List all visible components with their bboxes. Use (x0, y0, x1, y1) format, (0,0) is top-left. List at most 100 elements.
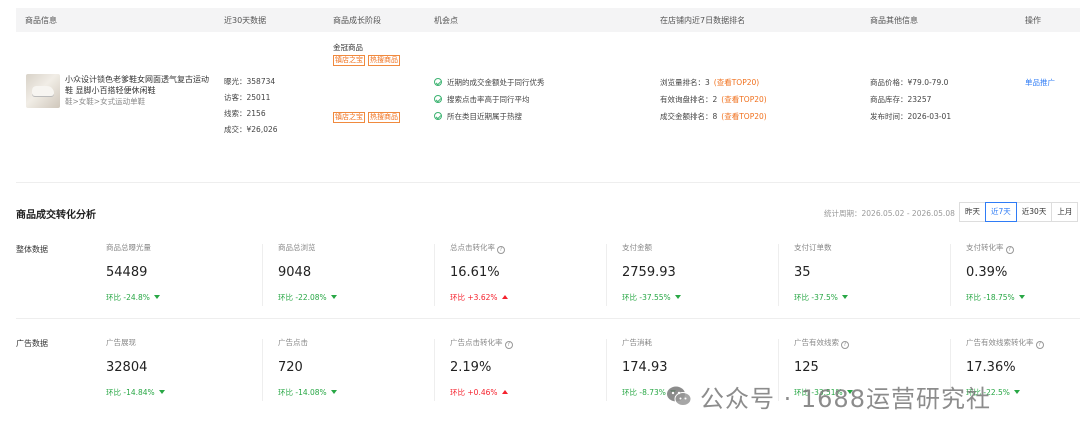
arrow-down-icon (841, 295, 848, 299)
metric-change: 环比 -37.5% (794, 292, 848, 303)
metric-change: 环比 -37.55% (622, 292, 681, 303)
metric-label: 广告有效线索? (794, 337, 849, 349)
date-range-selector: 昨天 近7天 近30天 上月 (959, 202, 1079, 222)
help-icon[interactable]: ? (1035, 341, 1044, 349)
metric-change: 环比 +0.46% (450, 387, 508, 398)
single-promote-link[interactable]: 单品推广 (1025, 77, 1055, 88)
view-top20-link[interactable]: (查看TOP20) (721, 95, 766, 104)
metric-label: 商品总曝光量 (106, 243, 151, 252)
product-price: 商品价格：¥79.0-79.0 (870, 78, 949, 87)
help-icon[interactable]: ? (1005, 246, 1014, 254)
view-top20-link[interactable]: (查看TOP20) (721, 112, 766, 121)
metric-label: 商品总浏览 (278, 243, 316, 252)
metric-label: 支付金额 (622, 243, 652, 252)
opportunity-item: 近期的成交金额处于同行优秀 (434, 74, 545, 91)
metric-change: 环比 -24.8% (106, 292, 160, 303)
section-title: 商品成交转化分析 (16, 210, 96, 221)
opportunity-item: 所在类目近期属于热搜 (434, 108, 545, 125)
growth-stage-bottom: 镇店之宝 热搜商品 (333, 112, 403, 123)
opportunity-item: 搜索点击率高于同行平均 (434, 91, 545, 108)
opportunity-list: 近期的成交金额处于同行优秀 搜索点击率高于同行平均 所在类目近期属于热搜 (434, 74, 545, 125)
arrow-up-icon (501, 295, 508, 299)
rank-item: 有效询盘排名：2 (查看TOP20) (660, 95, 767, 104)
metric-value: 17.36% (966, 360, 1016, 375)
stat-period: 统计周期：2026.05.02 - 2026.05.08 (824, 209, 955, 218)
metric-value: 0.39% (966, 265, 1008, 280)
d30-visitors: 访客：25011 (224, 93, 271, 102)
metric-label: 广告点击转化率? (450, 337, 513, 349)
th-rank: 在店铺内近7日数据排名 (660, 16, 746, 25)
metric-label: 广告点击 (278, 338, 308, 347)
metric-card: 商品总曝光量 54489 环比 -24.8% (90, 240, 262, 310)
arrow-down-icon (1018, 295, 1025, 299)
d30-deals: 成交：¥26,026 (224, 125, 278, 134)
metric-card: 支付金额 2759.93 环比 -37.55% (606, 240, 778, 310)
range-yesterday[interactable]: 昨天 (959, 202, 986, 222)
arrow-down-icon (158, 390, 165, 394)
metric-label: 支付订单数 (794, 243, 832, 252)
watermark-text: 公众号 · 1688运营研究社 (700, 384, 991, 413)
metric-change: 环比 -14.84% (106, 387, 165, 398)
metric-card: 广告点击转化率? 2.19% 环比 +0.46% (434, 335, 606, 405)
metric-card: 广告点击 720 环比 -14.08% (262, 335, 434, 405)
divider (262, 339, 263, 401)
metric-change: 环比 -18.75% (966, 292, 1025, 303)
metric-label: 广告消耗 (622, 338, 652, 347)
metric-card: 广告展现 32804 环比 -14.84% (90, 335, 262, 405)
view-top20-link[interactable]: (查看TOP20) (714, 78, 759, 87)
check-circle-icon (434, 78, 442, 86)
stage-tag: 镇店之宝 (333, 55, 365, 66)
product-thumbnail[interactable] (26, 74, 60, 108)
arrow-down-icon (330, 390, 337, 394)
range-30days[interactable]: 近30天 (1015, 202, 1053, 222)
metric-change: 环比 -22.08% (278, 292, 337, 303)
stage-tag: 热搜商品 (368, 112, 400, 123)
range-last-month[interactable]: 上月 (1051, 202, 1079, 222)
metric-value: 54489 (106, 265, 148, 280)
rank-item: 成交金额排名：8 (查看TOP20) (660, 112, 767, 121)
product-stock: 商品库存：23257 (870, 95, 932, 104)
th-product-info: 商品信息 (25, 16, 57, 25)
divider (606, 244, 607, 306)
metric-label: 广告展现 (106, 338, 136, 347)
arrow-down-icon (330, 295, 337, 299)
thirty-day-data: 曝光：358734 访客：25011 线索：2156 成交：¥26,026 (224, 74, 278, 138)
other-info: 商品价格：¥79.0-79.0 商品库存：23257 发布时间：2026-03-… (870, 74, 951, 125)
metric-change: 环比 -14.08% (278, 387, 337, 398)
table-header: 商品信息 近30天数据 商品成长阶段 机会点 在店铺内近7日数据排名 商品其他信… (16, 8, 1080, 32)
product-name[interactable]: 小众设计锁色老爹鞋女网面透气复古运动鞋 显脚小百搭轻便休闲鞋 (65, 74, 215, 96)
d30-leads: 线索：2156 (224, 109, 266, 118)
growth-stage-top: 金冠商品 镇店之宝 热搜商品 (333, 42, 403, 66)
metric-value: 9048 (278, 265, 312, 280)
check-circle-icon (434, 112, 442, 120)
metric-card: 总点击转化率? 16.61% 环比 +3.62% (434, 240, 606, 310)
metric-card: 支付订单数 35 环比 -37.5% (778, 240, 950, 310)
overall-label: 整体数据 (16, 245, 48, 254)
metric-value: 32804 (106, 360, 148, 375)
divider (262, 244, 263, 306)
divider (434, 339, 435, 401)
metric-value: 174.93 (622, 360, 668, 375)
watermark: 公众号 · 1688运营研究社 (666, 378, 991, 414)
help-icon[interactable]: ? (504, 341, 513, 349)
th-growth-stage: 商品成长阶段 (333, 16, 381, 25)
help-icon[interactable]: ? (497, 246, 505, 254)
th-other-info: 商品其他信息 (870, 16, 918, 25)
publish-time: 发布时间：2026-03-01 (870, 112, 952, 121)
metric-value: 720 (278, 360, 303, 375)
product-category: 鞋>女鞋>女式运动单鞋 (65, 97, 146, 106)
divider (16, 318, 1080, 319)
help-icon[interactable]: ? (841, 341, 849, 349)
arrow-up-icon (501, 390, 508, 394)
divider (606, 339, 607, 401)
metric-change: 环比 +3.62% (450, 292, 508, 303)
arrow-down-icon (1013, 390, 1020, 394)
metric-card: 支付转化率? 0.39% 环比 -18.75% (950, 240, 1080, 310)
divider (778, 244, 779, 306)
table-row: 小众设计锁色老爹鞋女网面透气复古运动鞋 显脚小百搭轻便休闲鞋 鞋>女鞋>女式运动… (16, 32, 1080, 182)
range-7days[interactable]: 近7天 (985, 202, 1017, 222)
rank-list: 浏览量排名：3 (查看TOP20) 有效询盘排名：2 (查看TOP20) 成交金额排… (660, 74, 767, 125)
metric-card: 商品总浏览 9048 环比 -22.08% (262, 240, 434, 310)
th-opportunity: 机会点 (434, 16, 458, 25)
metric-value: 2759.93 (622, 265, 676, 280)
